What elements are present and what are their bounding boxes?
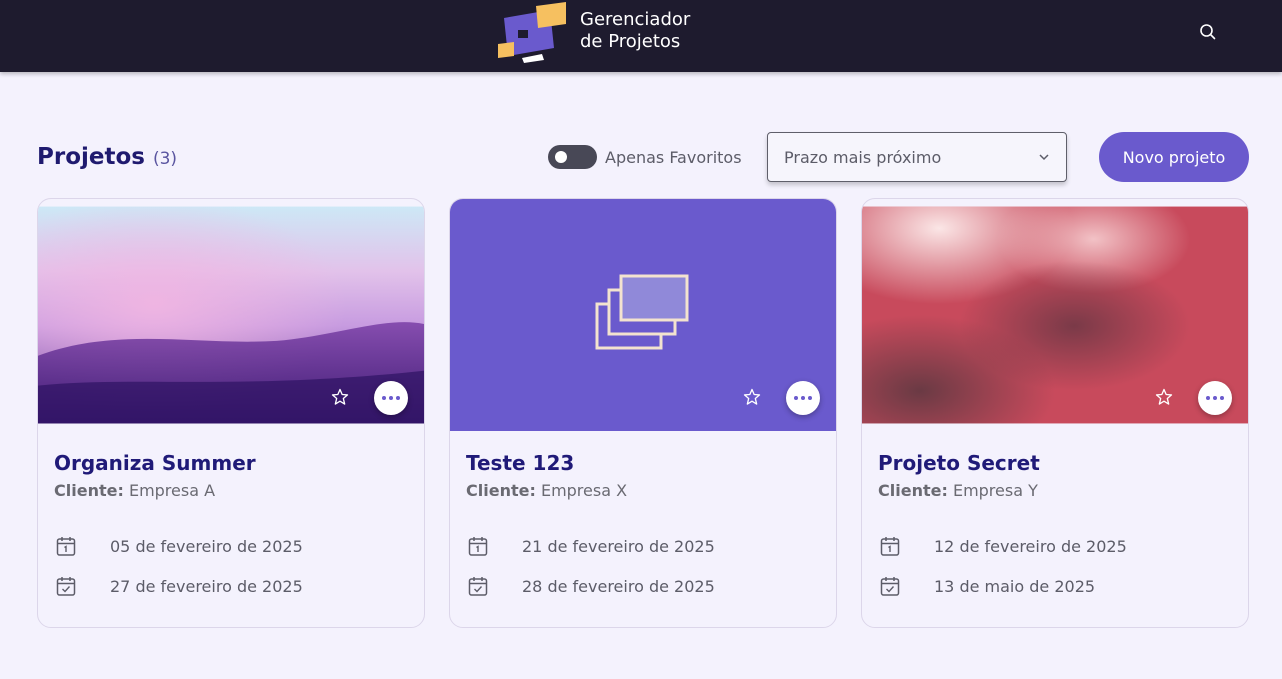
client-label: Cliente: <box>54 481 124 500</box>
start-date: 05 de fevereiro de 2025 <box>110 536 303 556</box>
favorite-button[interactable] <box>328 385 352 409</box>
calendar-start-icon <box>54 534 78 558</box>
calendar-check-icon <box>54 574 78 598</box>
client-name: Empresa A <box>128 481 216 500</box>
page-title: Projetos <box>37 144 145 170</box>
chevron-down-icon <box>1039 154 1049 161</box>
app-title-line-1: Gerenciador <box>580 9 691 30</box>
start-date-row: 05 de fevereiro de 2025 <box>54 534 303 558</box>
end-date-row: 13 de maio de 2025 <box>878 574 1095 598</box>
project-client: Cliente: Empresa X <box>466 481 627 500</box>
client-label: Cliente: <box>878 481 948 500</box>
favorites-toggle-label[interactable]: Apenas Favoritos <box>605 148 742 167</box>
client-label: Cliente: <box>466 481 536 500</box>
end-date: 28 de fevereiro de 2025 <box>522 576 715 596</box>
project-cover-image[interactable] <box>862 206 1248 424</box>
star-icon <box>1155 388 1173 405</box>
star-icon <box>331 388 349 405</box>
logo-icon <box>498 2 566 63</box>
project-name[interactable]: Organiza Summer <box>54 451 256 475</box>
project-card[interactable]: Organiza Summer Cliente: Empresa A 05 de… <box>37 198 425 628</box>
more-options-button[interactable] <box>374 381 408 415</box>
calendar-start-icon <box>466 534 490 558</box>
top-bar: Gerenciador de Projetos <box>0 0 1282 72</box>
project-client: Cliente: Empresa Y <box>878 481 1038 500</box>
end-date: 13 de maio de 2025 <box>934 576 1096 596</box>
search-button[interactable] <box>1194 18 1222 46</box>
project-cover-placeholder[interactable] <box>450 199 836 431</box>
star-icon <box>743 388 761 405</box>
calendar-check-icon <box>466 574 490 598</box>
calendar-check-icon <box>878 574 902 598</box>
sort-select-value: Prazo mais próximo <box>784 147 942 167</box>
start-date-row: 12 de fevereiro de 2025 <box>878 534 1127 558</box>
project-card[interactable]: Projeto Secret Cliente: Empresa Y 12 de … <box>861 198 1249 628</box>
project-cover-image[interactable] <box>38 206 424 424</box>
start-date-row: 21 de fevereiro de 2025 <box>466 534 715 558</box>
app-title-line-2: de Projetos <box>580 31 681 52</box>
favorites-filter: Apenas Favoritos <box>548 145 742 169</box>
end-date-row: 28 de fevereiro de 2025 <box>466 574 715 598</box>
more-options-button[interactable] <box>1198 381 1232 415</box>
client-name: Empresa X <box>540 481 628 500</box>
favorites-toggle[interactable] <box>548 145 597 169</box>
start-date: 12 de fevereiro de 2025 <box>934 536 1127 556</box>
toggle-knob <box>555 151 567 163</box>
end-date-row: 27 de fevereiro de 2025 <box>54 574 303 598</box>
project-name[interactable]: Teste 123 <box>466 451 574 475</box>
more-options-button[interactable] <box>786 381 820 415</box>
project-client: Cliente: Empresa A <box>54 481 215 500</box>
end-date: 27 de fevereiro de 2025 <box>110 576 303 596</box>
app-logo[interactable]: Gerenciador de Projetos <box>496 0 696 66</box>
project-card[interactable]: Teste 123 Cliente: Empresa X 21 de fever… <box>449 198 837 628</box>
calendar-start-icon <box>878 534 902 558</box>
client-name: Empresa Y <box>952 481 1038 500</box>
gallery-placeholder-icon <box>595 274 689 350</box>
search-icon <box>1200 24 1216 40</box>
favorite-button[interactable] <box>1152 385 1176 409</box>
sort-select[interactable]: Prazo mais próximo <box>767 132 1067 182</box>
project-name[interactable]: Projeto Secret <box>878 451 1040 475</box>
new-project-button[interactable]: Novo projeto <box>1099 132 1249 182</box>
page-heading: Projetos (3) <box>37 144 177 170</box>
start-date: 21 de fevereiro de 2025 <box>522 536 715 556</box>
project-count: (3) <box>152 149 178 169</box>
favorite-button[interactable] <box>740 385 764 409</box>
app-title: Gerenciador de Projetos <box>580 9 690 53</box>
